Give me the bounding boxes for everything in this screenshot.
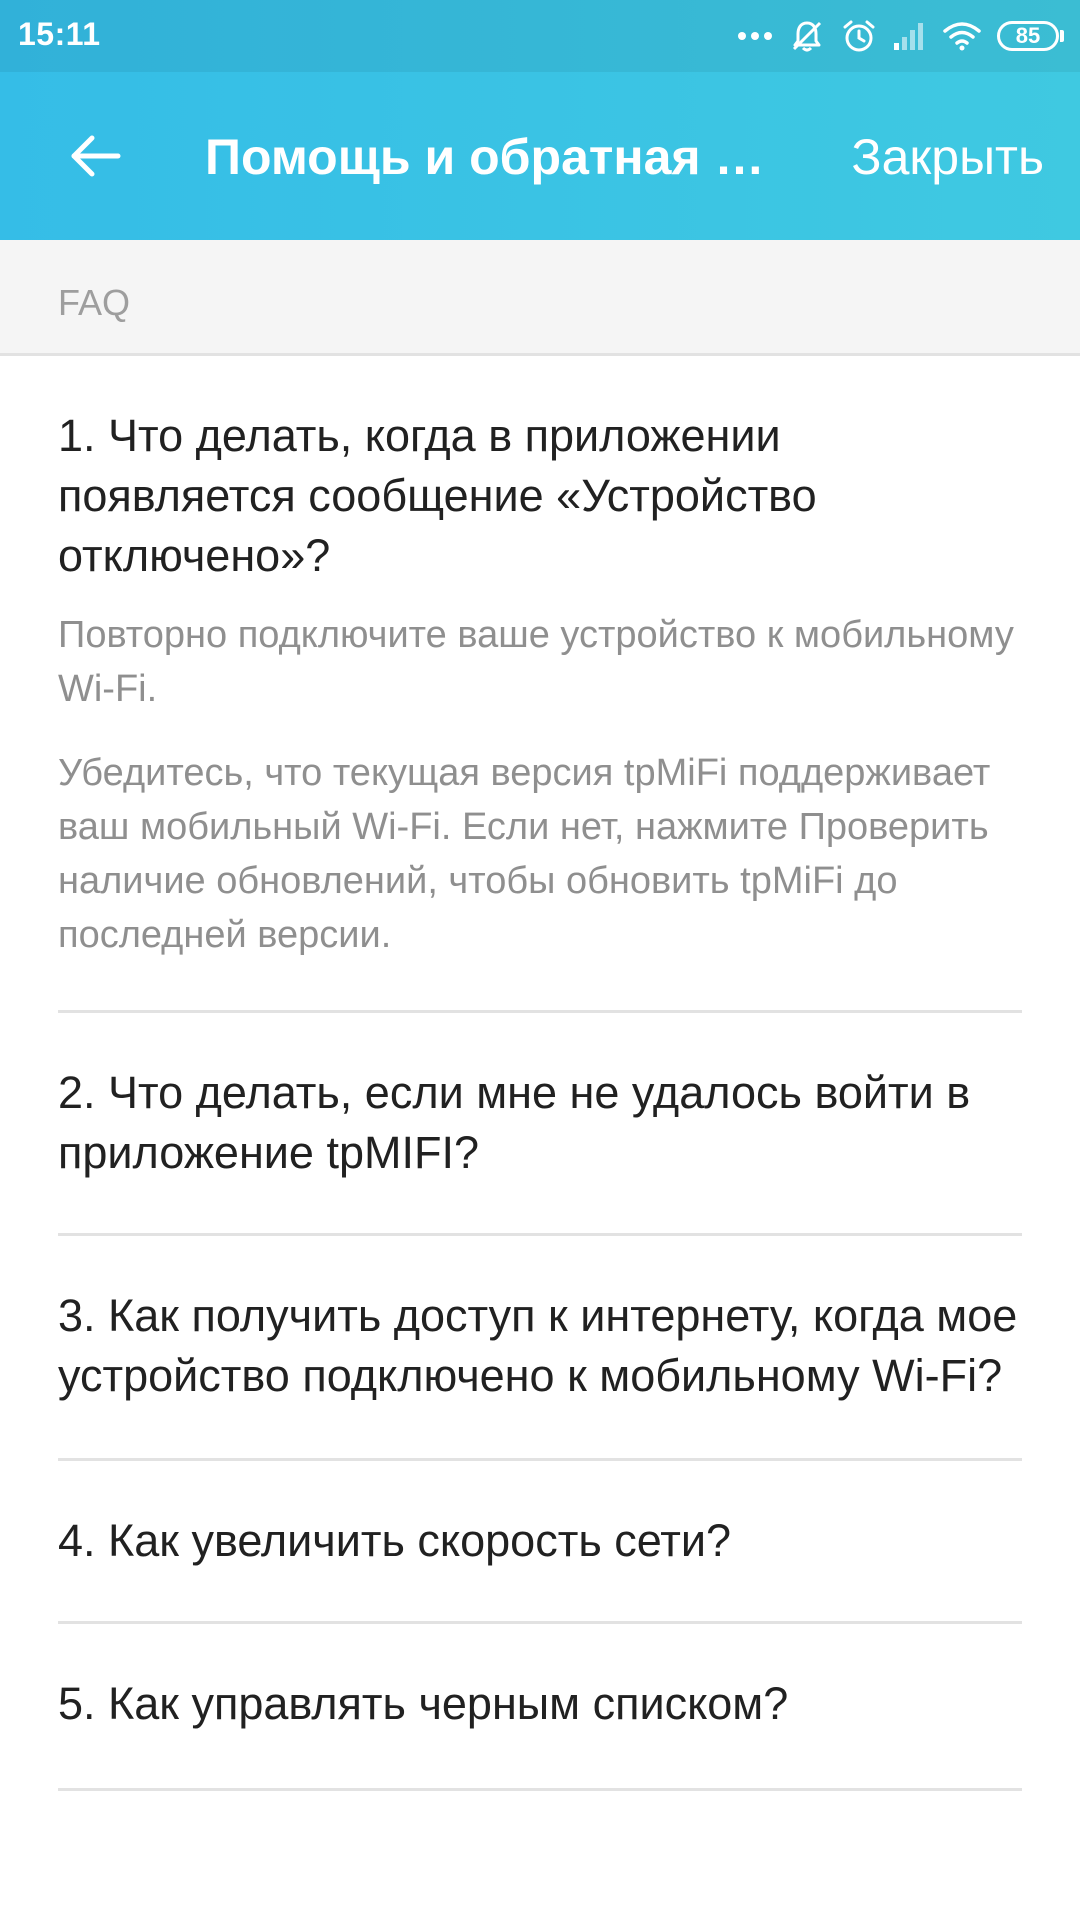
- close-button[interactable]: Закрыть: [851, 128, 1044, 186]
- alarm-icon: [841, 18, 877, 54]
- status-time: 15:11: [18, 16, 101, 52]
- status-icons: 85: [737, 14, 1064, 58]
- faq-list: 1. Что делать, когда в приложении появля…: [58, 356, 1022, 1791]
- section-header: FAQ: [0, 240, 1080, 356]
- faq-item[interactable]: 1. Что делать, когда в приложении появля…: [58, 356, 1022, 1013]
- signal-icon: [893, 21, 927, 51]
- faq-item[interactable]: 3. Как получить доступ к интернету, когд…: [58, 1236, 1022, 1461]
- faq-item[interactable]: 4. Как увеличить скорость сети?: [58, 1461, 1022, 1624]
- battery-icon: 85: [997, 21, 1064, 51]
- faq-answer: Повторно подключите ваше устройство к мо…: [58, 614, 1014, 710]
- faq-answer: Убедитесь, что текущая версия tpMiFi под…: [58, 752, 991, 956]
- faq-question: 5. Как управлять черным списком?: [58, 1678, 789, 1729]
- battery-indicator: 85: [997, 21, 1059, 51]
- faq-question: 2. Что делать, если мне не удалось войти…: [58, 1067, 971, 1178]
- top-bar: 15:11 85 Помощь и обратная с Закрыть: [0, 0, 1080, 240]
- faq-question: 1. Что делать, когда в приложении появля…: [58, 410, 817, 581]
- faq-item[interactable]: 2. Что делать, если мне не удалось войти…: [58, 1013, 1022, 1236]
- section-header-label: FAQ: [58, 282, 131, 323]
- more-dots-icon: [737, 30, 773, 42]
- faq-question: 4. Как увеличить скорость сети?: [58, 1515, 732, 1566]
- help-feedback-screen: 15:11 85 Помощь и обратная с Закрыть FAQ…: [0, 0, 1080, 1920]
- app-bar: Помощь и обратная связь Закрыть: [0, 72, 1080, 240]
- battery-level: 85: [1015, 23, 1041, 48]
- mute-notifications-icon: [789, 18, 825, 54]
- faq-item[interactable]: 5. Как управлять черным списком?: [58, 1624, 1022, 1791]
- arrow-left-icon: [71, 135, 121, 177]
- faq-question: 3. Как получить доступ к интернету, когд…: [58, 1290, 1018, 1401]
- battery-tip: [1060, 30, 1064, 42]
- wifi-icon: [943, 21, 981, 51]
- back-button[interactable]: [56, 118, 136, 194]
- status-bar: 15:11 85: [0, 0, 1080, 72]
- page-title: Помощь и обратная связь: [205, 129, 765, 185]
